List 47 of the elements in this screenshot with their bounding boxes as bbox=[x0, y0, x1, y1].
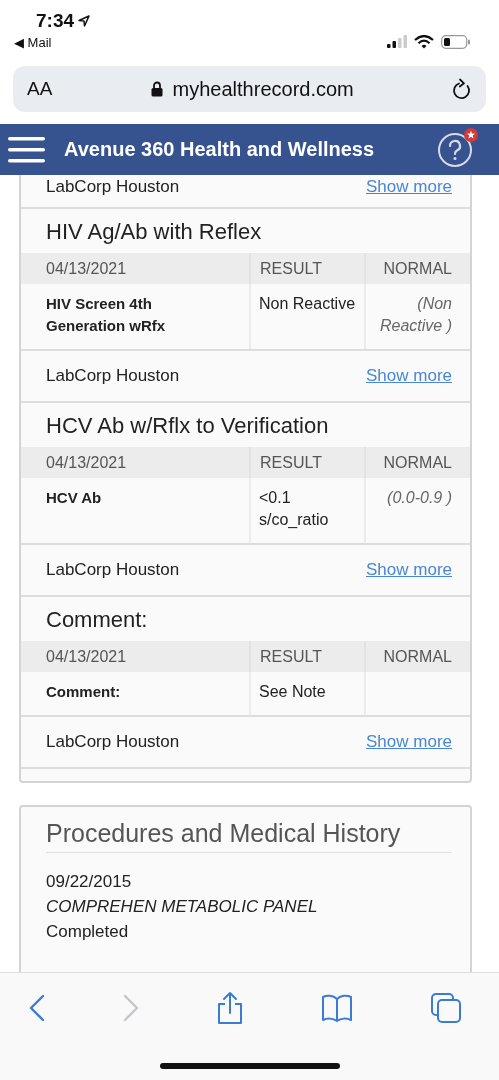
show-more-link[interactable]: Show more bbox=[366, 177, 452, 197]
column-header: NORMAL bbox=[364, 641, 470, 672]
menu-icon[interactable] bbox=[8, 136, 45, 163]
url-text: myhealthrecord.com bbox=[172, 77, 354, 101]
show-more-link[interactable]: Show more bbox=[366, 366, 452, 386]
show-more-link[interactable]: Show more bbox=[366, 560, 452, 580]
lab-name: LabCorp Houston bbox=[46, 177, 180, 197]
lab-name: LabCorp Houston bbox=[46, 366, 180, 386]
address-bar[interactable]: AA myhealthrecord.com bbox=[13, 66, 486, 112]
column-header: RESULT bbox=[249, 641, 364, 672]
signal-icon bbox=[387, 35, 407, 48]
back-to-app-link[interactable]: ◀ Mail bbox=[14, 35, 91, 50]
battery-icon bbox=[441, 34, 471, 49]
show-more-link[interactable]: Show more bbox=[366, 732, 452, 752]
reload-icon[interactable] bbox=[452, 78, 472, 100]
column-header: RESULT bbox=[249, 447, 364, 478]
result-value: See Note bbox=[249, 672, 364, 715]
column-header: 04/13/2021 bbox=[45, 259, 128, 278]
test-name: HCV Ab bbox=[45, 488, 103, 508]
text-size-button[interactable]: AA bbox=[27, 78, 53, 100]
app-title: Avenue 360 Health and Wellness bbox=[64, 138, 376, 161]
test-name: Comment: bbox=[45, 682, 122, 702]
share-icon[interactable] bbox=[217, 991, 243, 1025]
help-icon[interactable] bbox=[437, 131, 473, 168]
lab-name: LabCorp Houston bbox=[46, 732, 180, 752]
result-value: Non Reactive bbox=[249, 284, 364, 349]
back-icon[interactable] bbox=[29, 994, 45, 1022]
procedure-date: 09/22/2015 bbox=[46, 871, 133, 893]
book-icon[interactable] bbox=[321, 994, 353, 1022]
procedure-name: COMPREHEN METABOLIC PANEL bbox=[46, 896, 319, 918]
normal-range: (0.0-0.9 ) bbox=[364, 478, 470, 543]
tabs-icon[interactable] bbox=[431, 993, 461, 1023]
lock-icon bbox=[150, 81, 163, 97]
procedure-status: Completed bbox=[46, 921, 130, 943]
column-header: RESULT bbox=[249, 253, 364, 284]
result-value: <0.1 s/co_ratio bbox=[249, 478, 364, 543]
test-name: HIV Screen 4th Generation wRfx bbox=[45, 294, 167, 336]
section-title: Procedures and Medical History bbox=[46, 819, 452, 853]
location-arrow-icon bbox=[78, 15, 91, 27]
lab-name: LabCorp Houston bbox=[46, 560, 180, 580]
column-header: NORMAL bbox=[364, 253, 470, 284]
wifi-icon bbox=[414, 34, 434, 49]
column-header: 04/13/2021 bbox=[45, 453, 128, 472]
column-header: NORMAL bbox=[364, 447, 470, 478]
normal-range: (Non Reactive ) bbox=[364, 284, 470, 349]
status-time: 7:34 bbox=[36, 10, 75, 32]
column-header: 04/13/2021 bbox=[45, 647, 128, 666]
